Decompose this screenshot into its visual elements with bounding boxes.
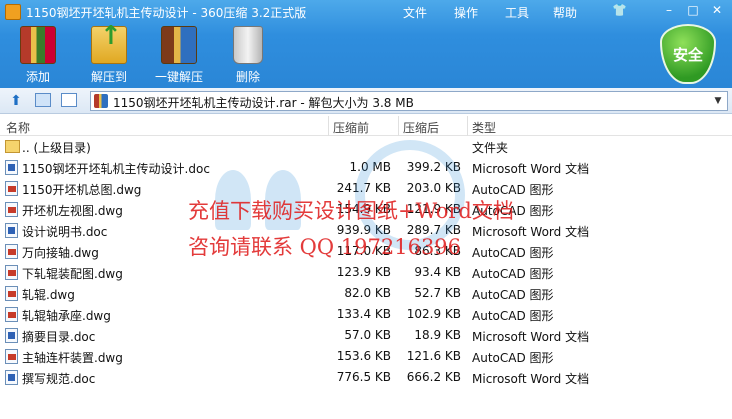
file-type: AutoCAD 图形 — [472, 351, 554, 365]
autocad-file-icon — [5, 202, 18, 217]
file-name: 轧辊.dwg — [22, 288, 75, 302]
file-name: 轧辊轴承座.dwg — [22, 309, 111, 323]
add-button[interactable]: 添加 — [18, 26, 58, 85]
delete-label: 删除 — [235, 70, 260, 84]
list-view-icon[interactable] — [61, 93, 77, 107]
file-name: 万向接轴.dwg — [22, 246, 99, 260]
app-logo-icon — [5, 4, 21, 20]
file-packed-size: 666.2 KB — [406, 370, 461, 384]
up-arrow-icon[interactable]: ⬆ — [8, 93, 24, 109]
archive-path-field[interactable]: 1150钢坯开坯轧机主传动设计.rar - 解包大小为 3.8 MB ▼ — [90, 91, 728, 111]
menu-file[interactable]: 文件 — [403, 4, 427, 21]
file-packed-size: 52.7 KB — [414, 286, 461, 300]
close-icon[interactable]: ✕ — [708, 2, 726, 18]
file-size: 82.0 KB — [344, 286, 391, 300]
minimize-icon[interactable]: – — [660, 2, 678, 18]
file-row[interactable]: 下轧辊装配图.dwg 123.9 KB 93.4 KB AutoCAD 图形 — [0, 262, 732, 283]
file-size: 153.6 KB — [336, 349, 391, 363]
trash-can-icon — [233, 26, 263, 64]
word-document-icon — [5, 223, 18, 238]
file-row[interactable]: 主轴连杆装置.dwg 153.6 KB 121.6 KB AutoCAD 图形 — [0, 346, 732, 367]
file-row[interactable]: 轧辊.dwg 82.0 KB 52.7 KB AutoCAD 图形 — [0, 283, 732, 304]
file-name: 设计说明书.doc — [22, 225, 108, 239]
extract-to-button[interactable]: 解压到 — [86, 21, 132, 85]
column-size[interactable]: 压缩前 — [333, 119, 369, 136]
rar-archive-icon — [94, 94, 108, 108]
file-row[interactable]: 轧辊轴承座.dwg 133.4 KB 102.9 KB AutoCAD 图形 — [0, 304, 732, 325]
menu-help[interactable]: 帮助 — [553, 4, 577, 21]
file-type: Microsoft Word 文档 — [472, 372, 590, 386]
extract-folder-icon — [91, 21, 127, 64]
file-name: 1150钢坯开坯轧机主传动设计.doc — [22, 162, 210, 176]
autocad-file-icon — [5, 349, 18, 364]
archive-path-text: 1150钢坯开坯轧机主传动设计.rar - 解包大小为 3.8 MB — [113, 96, 414, 110]
menu-tools[interactable]: 工具 — [505, 4, 529, 21]
delete-button[interactable]: 删除 — [229, 26, 267, 85]
autocad-file-icon — [5, 307, 18, 322]
file-name: 主轴连杆装置.dwg — [22, 351, 123, 365]
skin-shirt-icon[interactable]: 👕 — [612, 3, 630, 17]
file-size: 123.9 KB — [336, 265, 391, 279]
column-header-row: 名称 压缩前 压缩后 类型 — [0, 116, 732, 136]
file-packed-size: 102.9 KB — [406, 307, 461, 321]
column-packed[interactable]: 压缩后 — [403, 119, 439, 136]
address-bar: ⬆ 1150钢坯开坯轧机主传动设计.rar - 解包大小为 3.8 MB ▼ — [0, 88, 732, 114]
word-document-icon — [5, 370, 18, 385]
file-name: 开坯机左视图.dwg — [22, 204, 123, 218]
file-size: 133.4 KB — [336, 307, 391, 321]
column-name[interactable]: 名称 — [6, 119, 30, 136]
security-shield-button[interactable]: 安全 — [660, 24, 720, 86]
one-click-extract-button[interactable]: 一键解压 — [153, 26, 205, 85]
word-document-icon — [5, 160, 18, 175]
menu-operation[interactable]: 操作 — [454, 4, 478, 21]
autocad-file-icon — [5, 286, 18, 301]
one-click-extract-icon — [161, 26, 197, 64]
file-row[interactable]: 撰写规范.doc 776.5 KB 666.2 KB Microsoft Word 文… — [0, 367, 732, 388]
add-label: 添加 — [25, 70, 50, 84]
file-size: 776.5 KB — [336, 370, 391, 384]
file-row[interactable]: 摘要目录.doc 57.0 KB 18.9 KB Microsoft Word 文档 — [0, 325, 732, 346]
file-type: Microsoft Word 文档 — [472, 330, 590, 344]
watermark-text-line2: 咨询请联系 QQ 197216396 — [188, 235, 462, 259]
file-name: 1150开坯机总图.dwg — [22, 183, 142, 197]
title-toolbar-area: 1150钢坯开坯轧机主传动设计 - 360压缩 3.2正式版 文件 操作 工具 … — [0, 0, 732, 88]
autocad-file-icon — [5, 244, 18, 259]
large-icon-view-icon[interactable] — [35, 93, 51, 107]
autocad-file-icon — [5, 265, 18, 280]
watermark-text-line1: 充值下载购买设计图纸+Word文档 — [188, 199, 514, 223]
file-name: .. (上级目录) — [22, 141, 91, 155]
file-name: 摘要目录.doc — [22, 330, 96, 344]
file-packed-size: 18.9 KB — [414, 328, 461, 342]
file-size: 57.0 KB — [344, 328, 391, 342]
file-packed-size: 121.6 KB — [406, 349, 461, 363]
file-packed-size: 93.4 KB — [414, 265, 461, 279]
folder-icon — [5, 140, 20, 153]
autocad-file-icon — [5, 181, 18, 196]
chevron-down-icon[interactable]: ▼ — [711, 93, 725, 109]
one-click-label: 一键解压 — [154, 70, 203, 84]
security-shield-icon: 安全 — [660, 24, 716, 84]
add-archive-icon — [20, 26, 56, 64]
file-type: AutoCAD 图形 — [472, 267, 554, 281]
column-type[interactable]: 类型 — [472, 119, 496, 136]
file-name: 撰写规范.doc — [22, 372, 96, 386]
file-type: AutoCAD 图形 — [472, 288, 554, 302]
extract-label: 解压到 — [90, 70, 127, 84]
file-name: 下轧辊装配图.dwg — [22, 267, 123, 281]
maximize-icon[interactable]: □ — [684, 2, 702, 18]
window-title: 1150钢坯开坯轧机主传动设计 - 360压缩 3.2正式版 — [26, 6, 307, 20]
word-document-icon — [5, 328, 18, 343]
file-type: AutoCAD 图形 — [472, 309, 554, 323]
